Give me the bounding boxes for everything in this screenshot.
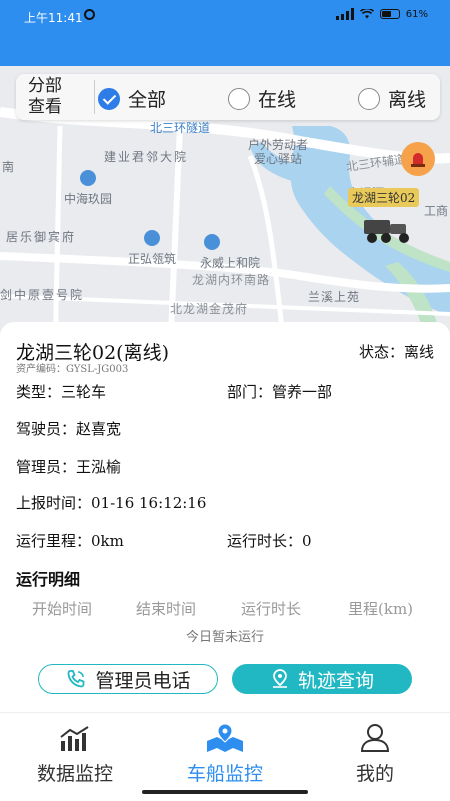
filter-option-all[interactable]: 全部 <box>98 85 166 112</box>
tricycle-icon[interactable] <box>360 216 416 250</box>
location-icon <box>272 669 287 688</box>
map-label: 北三环隧道 <box>150 121 211 135</box>
empty-state-text: 今日暂未运行 <box>185 630 264 645</box>
wifi-icon <box>359 9 374 19</box>
vehicle-map-tag[interactable]: 龙湖三轮02 <box>348 188 420 207</box>
map-label: 南 <box>2 160 15 174</box>
status-indicators: 61% <box>335 8 428 20</box>
column-header: 开始时间 <box>32 600 93 618</box>
track-query-label: 轨迹查询 <box>297 669 374 692</box>
vehicle-department: 部门：管养一部 <box>227 383 333 401</box>
map-label: 爱心驿站 <box>254 152 303 166</box>
tab-vehicle-monitor[interactable]: 车船监控 <box>165 721 285 786</box>
filter-option-label: 全部 <box>128 89 167 111</box>
tab-label: 我的 <box>355 763 394 785</box>
manager-phone-label: 管理员电话 <box>95 669 191 692</box>
column-header: 运行时长 <box>241 600 302 618</box>
track-query-button[interactable]: 轨迹查询 <box>232 664 412 694</box>
status-time: 上午11:41 <box>24 11 83 25</box>
map-label: 正弘瓴筑 <box>128 252 177 266</box>
vehicle-report-time: 上报时间：01-16 16:12:16 <box>16 494 207 512</box>
details-title: 运行明细 <box>16 570 81 589</box>
filter-option-online[interactable]: 在线 <box>228 85 296 112</box>
filter-option-offline[interactable]: 离线 <box>358 85 426 112</box>
bottom-tab-bar: 数据监控 车船监控 我的 <box>0 712 450 801</box>
vehicle-duration: 运行时长：0 <box>227 532 312 550</box>
radio-icon[interactable] <box>358 87 380 110</box>
map-label: 兰溪上苑 <box>308 290 361 304</box>
filter-option-label: 在线 <box>258 89 297 111</box>
vehicle-type: 类型：三轮车 <box>16 383 107 401</box>
map-pin-icon <box>207 723 243 752</box>
map-label: 龙湖内环南路 <box>192 273 271 287</box>
filter-title: 分部查看 <box>28 76 62 117</box>
map-label: 永威上和院 <box>200 256 261 270</box>
map-label: 中海玖园 <box>64 192 113 206</box>
battery-percent: 61% <box>405 8 428 20</box>
vehicle-status: 状态：离线 <box>358 343 434 361</box>
tab-mine[interactable]: 我的 <box>315 721 435 786</box>
tab-label: 数据监控 <box>36 763 113 785</box>
filter-divider <box>94 80 95 114</box>
vehicle-manager: 管理员：王泓榆 <box>16 458 122 476</box>
phone-icon <box>68 670 85 688</box>
column-header: 结束时间 <box>136 600 197 618</box>
radio-checked-icon[interactable] <box>98 87 120 110</box>
user-icon <box>360 724 390 752</box>
alarm-clock-icon <box>84 9 95 20</box>
branch-filter-bar: 分部查看 全部 在线 离线 <box>16 74 440 120</box>
map-label: 居乐御宾府 <box>6 230 77 244</box>
map-label: 北龙湖金茂府 <box>170 302 249 316</box>
map-label: 建业君邻大院 <box>104 150 189 164</box>
column-header: 里程(km) <box>348 600 414 618</box>
manager-phone-button[interactable]: 管理员电话 <box>38 664 218 694</box>
radio-icon[interactable] <box>228 87 250 110</box>
chart-icon <box>60 726 89 751</box>
signal-icon <box>335 8 354 20</box>
asset-code: 资产编码：GYSL-JG003 <box>16 364 129 375</box>
tab-data-monitor[interactable]: 数据监控 <box>15 721 135 786</box>
battery-icon <box>379 9 400 19</box>
vehicle-driver: 驾驶员：赵喜宽 <box>16 420 122 438</box>
map-label: 剑中原壹号院 <box>0 288 85 302</box>
home-indicator[interactable] <box>142 790 308 794</box>
alarm-light-icon[interactable] <box>401 142 435 176</box>
status-bar: 上午11:41 61% <box>0 0 450 66</box>
vehicle-mileage: 运行里程：0km <box>16 532 124 550</box>
map-label: 工商 <box>424 204 449 218</box>
tab-label: 车船监控 <box>186 763 263 785</box>
filter-option-label: 离线 <box>388 89 427 111</box>
